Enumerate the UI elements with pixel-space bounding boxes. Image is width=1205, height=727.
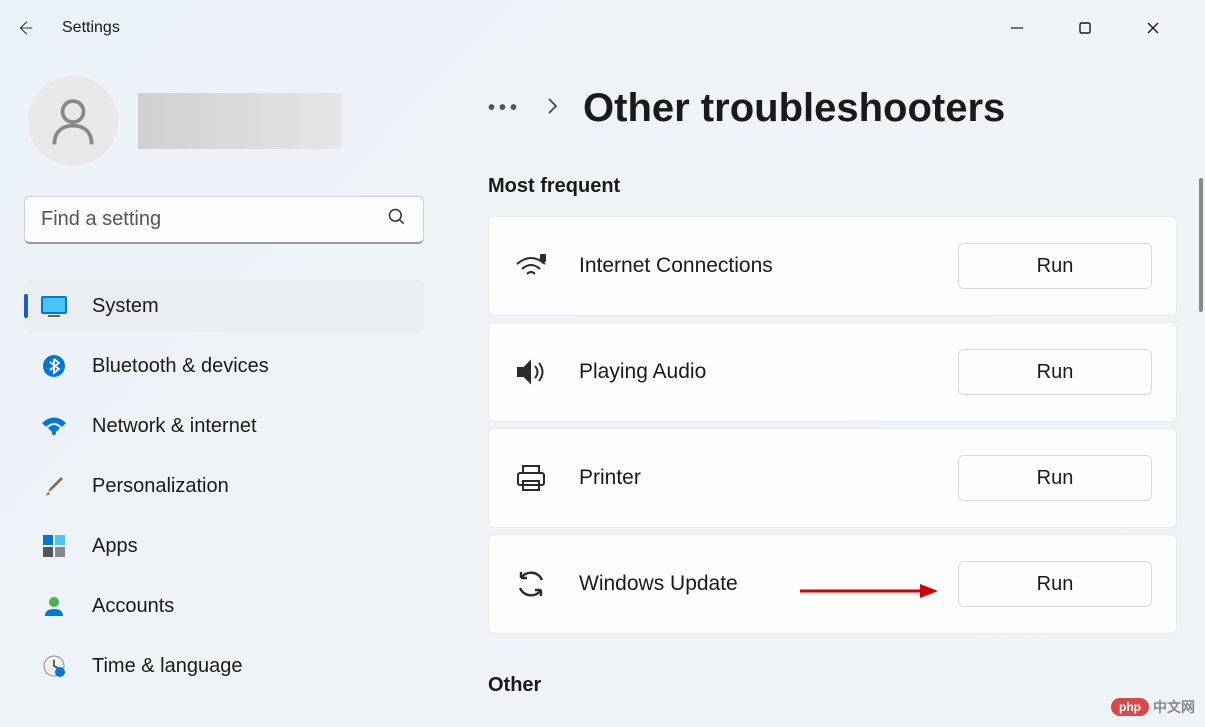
bluetooth-icon [40,352,68,380]
brush-icon [40,472,68,500]
troubleshooter-label: Playing Audio [579,360,928,384]
sidebar-item-personalization[interactable]: Personalization [24,460,424,512]
app-title: Settings [62,19,120,37]
user-profile[interactable] [24,76,416,166]
watermark-badge: php [1111,698,1149,716]
sidebar-item-label: Personalization [92,475,229,498]
troubleshooter-label: Printer [579,466,928,490]
apps-icon [40,532,68,560]
close-button[interactable] [1131,12,1175,44]
troubleshooter-windows-update: Windows Update Run [488,534,1177,634]
run-button[interactable]: Run [958,349,1152,395]
wifi-icon [513,248,549,284]
search-box[interactable] [24,196,424,244]
search-icon [387,207,407,232]
sidebar-item-time[interactable]: Time & language [24,640,424,692]
system-icon [40,292,68,320]
scrollbar[interactable] [1199,178,1203,312]
printer-icon [513,460,549,496]
watermark-text: 中文网 [1153,697,1195,717]
breadcrumb-more[interactable]: ••• [488,97,521,120]
sidebar-item-label: Apps [92,535,138,558]
breadcrumb: ••• Other troubleshooters [488,86,1177,131]
search-input[interactable] [41,208,387,231]
sidebar: System Bluetooth & devices Network & int… [0,56,440,727]
avatar [28,76,118,166]
troubleshooter-audio: Playing Audio Run [488,322,1177,422]
troubleshooter-label: Windows Update [579,572,928,596]
speaker-icon [513,354,549,390]
clock-icon [40,652,68,680]
troubleshooter-label: Internet Connections [579,254,928,278]
minimize-button[interactable] [995,12,1039,44]
accounts-icon [40,592,68,620]
sidebar-item-bluetooth[interactable]: Bluetooth & devices [24,340,424,392]
titlebar: Settings [0,0,1205,56]
chevron-right-icon [545,96,559,121]
sidebar-item-label: Time & language [92,655,242,678]
sidebar-item-label: Network & internet [92,415,257,438]
troubleshooter-internet: Internet Connections Run [488,216,1177,316]
sidebar-item-label: System [92,295,159,318]
window-controls [995,12,1189,44]
page-title: Other troubleshooters [583,86,1005,131]
run-button[interactable]: Run [958,561,1152,607]
maximize-button[interactable] [1063,12,1107,44]
user-name-redacted [138,93,342,149]
troubleshooter-printer: Printer Run [488,428,1177,528]
run-button[interactable]: Run [958,243,1152,289]
sync-icon [513,566,549,602]
sidebar-item-label: Accounts [92,595,174,618]
watermark: php 中文网 [1111,697,1195,717]
section-most-frequent: Most frequent [488,175,1177,198]
nav-list: System Bluetooth & devices Network & int… [24,280,416,692]
sidebar-item-network[interactable]: Network & internet [24,400,424,452]
sidebar-item-accounts[interactable]: Accounts [24,580,424,632]
troubleshooter-list: Internet Connections Run Playing Audio R… [488,216,1177,634]
section-other: Other [488,674,1177,697]
sidebar-item-label: Bluetooth & devices [92,355,269,378]
back-button[interactable] [16,19,34,37]
wifi-icon [40,412,68,440]
run-button[interactable]: Run [958,455,1152,501]
sidebar-item-apps[interactable]: Apps [24,520,424,572]
main-content: ••• Other troubleshooters Most frequent … [440,56,1205,727]
sidebar-item-system[interactable]: System [24,280,424,332]
